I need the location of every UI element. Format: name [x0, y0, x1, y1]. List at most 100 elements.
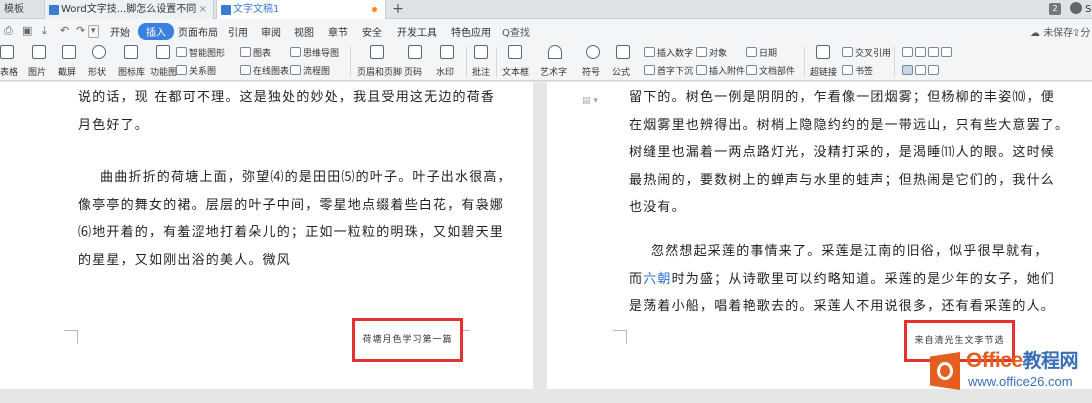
customize-icon[interactable]: ▾ [88, 25, 99, 38]
menu-special[interactable]: 特色应用 [451, 24, 491, 39]
menu-page-layout[interactable]: 页面布局 [178, 24, 218, 39]
new-tab-button[interactable]: + [390, 0, 406, 19]
search-button[interactable]: Q查找 [502, 24, 530, 39]
cross-ref-button[interactable]: 交叉引用 [842, 47, 891, 60]
header-footer-tools[interactable] [902, 47, 954, 60]
left-paragraph-2: 曲曲折折的荷塘上面，弥望⑷的是田田⑸的叶子。叶子出水很高， 像亭亭的舞女的裙。层… [78, 164, 512, 274]
dropcap-button[interactable]: 首字下沉 [644, 65, 693, 78]
text-line: 是荡着小船，唱着艳歌去的。采莲人不用说很多，还有看采莲的人。 [629, 299, 1056, 314]
attachment-button[interactable]: 插入附件 [696, 65, 745, 78]
relation-icon [176, 65, 187, 75]
text-line: 的星星，又如刚出浴的美人。微风 [78, 252, 292, 268]
textbox-icon[interactable] [508, 45, 522, 59]
tab-word-doc-label: Word文字技...脚怎么设置不同 [61, 4, 197, 15]
date-button[interactable]: 日期 [746, 47, 777, 60]
unsaved-label: 未保存 [1043, 28, 1074, 39]
screenshot-icon[interactable] [62, 45, 76, 59]
share-button[interactable]: ⇪分 [1072, 24, 1090, 39]
text-line: 留下的。树色一例是阴阴的，乍看像一团烟雾；但杨柳的丰姿⑽，便 [629, 90, 1056, 105]
footer-highlight-left[interactable]: 荷塘月色学习第一篇 [352, 318, 463, 362]
left-paragraph-1: 说的话，现 在都可不理。这是独处的妙处，我且受用这无边的荷香 月色好了。 [78, 84, 495, 139]
screenshot-button[interactable]: 截屏 [58, 65, 76, 78]
layout-icon [928, 65, 939, 75]
menu-security[interactable]: 安全 [362, 24, 382, 39]
menu-home[interactable]: 开始 [110, 24, 130, 39]
textbox-button[interactable]: 文本框 [502, 65, 529, 78]
symbol-button[interactable]: 符号 [582, 65, 600, 78]
hyperlink-icon[interactable] [816, 45, 830, 59]
page-left[interactable]: 说的话，现 在都可不理。这是独处的妙处，我且受用这无边的荷香 月色好了。 曲曲折… [0, 82, 533, 389]
tab-bar: 模板 Word文字技...脚怎么设置不同 ▭ × 文字文稿1 + 2 S [0, 0, 1092, 19]
tab-active-doc-label: 文字文稿1 [233, 4, 280, 15]
smart-shape-icon [176, 47, 187, 57]
picture-icon[interactable] [32, 45, 46, 59]
header-footer-icon[interactable] [370, 45, 384, 59]
text-line: 说的话，现 在都可不理。这是独处的妙处，我且受用这无边的荷香 [78, 90, 496, 105]
icon-library-icon[interactable] [124, 45, 138, 59]
text-line: 在烟雾里也辨得出。树梢上隐隐约约的是一带远山，只有些大意罢了。 [629, 117, 1070, 133]
header-footer-tools-2[interactable] [902, 65, 941, 78]
shape-button[interactable]: 形状 [88, 65, 106, 78]
doc-parts-button[interactable]: 文档部件 [746, 65, 795, 78]
unsaved-status[interactable]: ☁ 未保存 [1030, 24, 1073, 39]
online-chart-button[interactable]: 在线图表 [240, 65, 289, 78]
page-right[interactable]: 留下的。树色一例是阴阴的，乍看像一团烟雾；但杨柳的丰姿⑽，便 在烟雾里也辨得出。… [547, 82, 1092, 389]
picture-button[interactable]: 图片 [28, 65, 46, 78]
user-avatar[interactable]: S [1070, 2, 1091, 17]
relation-button[interactable]: 关系图 [176, 65, 216, 78]
formula-button[interactable]: 公式 [612, 65, 630, 78]
tab-active-doc[interactable]: 文字文稿1 [216, 0, 386, 19]
watermark-button[interactable]: 水印 [436, 65, 454, 78]
paragraph-marker-icon[interactable]: ▤ ▾ [582, 96, 598, 106]
undo-icon[interactable]: ↶ [60, 24, 69, 37]
function-chart-button[interactable]: 功能图 [150, 65, 177, 78]
bookmark-button[interactable]: 书签 [842, 65, 873, 78]
page-number-icon[interactable] [408, 45, 422, 59]
export-icon[interactable]: ⤓ [42, 24, 47, 38]
function-chart-icon[interactable] [156, 45, 170, 59]
tab-word-doc[interactable]: Word文字技...脚怎么设置不同 ▭ × [44, 0, 214, 19]
text-line: 曲曲折折的荷塘上面，弥望⑷的是田田⑸的叶子。叶子出水很高， [100, 170, 512, 185]
menu-references[interactable]: 引用 [228, 24, 248, 39]
print-icon[interactable]: ⎙ [4, 24, 13, 38]
mindmap-button[interactable]: 思维导图 [290, 47, 339, 60]
comment-button[interactable]: 批注 [472, 65, 490, 78]
footer-text: 来自清光生文李节选 [914, 336, 1005, 346]
doc-parts-icon [746, 65, 757, 75]
menu-chapter[interactable]: 章节 [328, 24, 348, 39]
text-line: ⑹地开着的，有羞涩地打着朵儿的；正如一粒粒的明珠，又如碧天里 [78, 225, 505, 240]
table-icon[interactable] [0, 45, 14, 59]
pin-icon[interactable]: ▭ [182, 0, 191, 19]
page-number-button[interactable]: 页码 [404, 65, 422, 78]
hyperlink-button[interactable]: 超链接 [810, 65, 837, 78]
dropcap-icon [644, 65, 655, 75]
close-icon[interactable]: × [199, 0, 207, 19]
flowchart-button[interactable]: 流程图 [290, 65, 330, 78]
icon-library-button[interactable]: 图标库 [118, 65, 145, 78]
formula-icon[interactable] [616, 45, 630, 59]
flowchart-icon [290, 65, 301, 75]
watermark-icon[interactable] [440, 45, 454, 59]
preview-icon[interactable]: ▣ [22, 24, 32, 37]
chart-button[interactable]: 图表 [240, 47, 271, 60]
header-footer-button[interactable]: 页眉和页脚 [357, 65, 402, 78]
unsaved-dot-icon [372, 7, 377, 12]
object-button[interactable]: 对象 [696, 47, 727, 60]
menu-developer[interactable]: 开发工具 [397, 24, 437, 39]
menu-review[interactable]: 审阅 [261, 24, 281, 39]
wordart-icon[interactable] [548, 45, 562, 59]
table-button[interactable]: 表格 [0, 65, 18, 78]
window-count-badge[interactable]: 2 [1049, 3, 1061, 15]
tab-templates[interactable]: 模板 [0, 0, 40, 19]
menu-insert[interactable]: 插入 [138, 23, 174, 40]
comment-icon[interactable] [474, 45, 488, 59]
menu-view[interactable]: 视图 [294, 24, 314, 39]
shape-icon[interactable] [92, 45, 106, 59]
redo-icon[interactable]: ↷ [76, 24, 85, 37]
wordart-button[interactable]: 艺术字 [540, 65, 567, 78]
insert-number-button[interactable]: 插入数字 [644, 47, 693, 60]
site-watermark: Office教程网 www.office26.com [930, 346, 1092, 403]
hyperlink-text[interactable]: 六朝 [643, 272, 671, 287]
smart-shape-button[interactable]: 智能图形 [176, 47, 225, 60]
symbol-icon[interactable] [586, 45, 600, 59]
